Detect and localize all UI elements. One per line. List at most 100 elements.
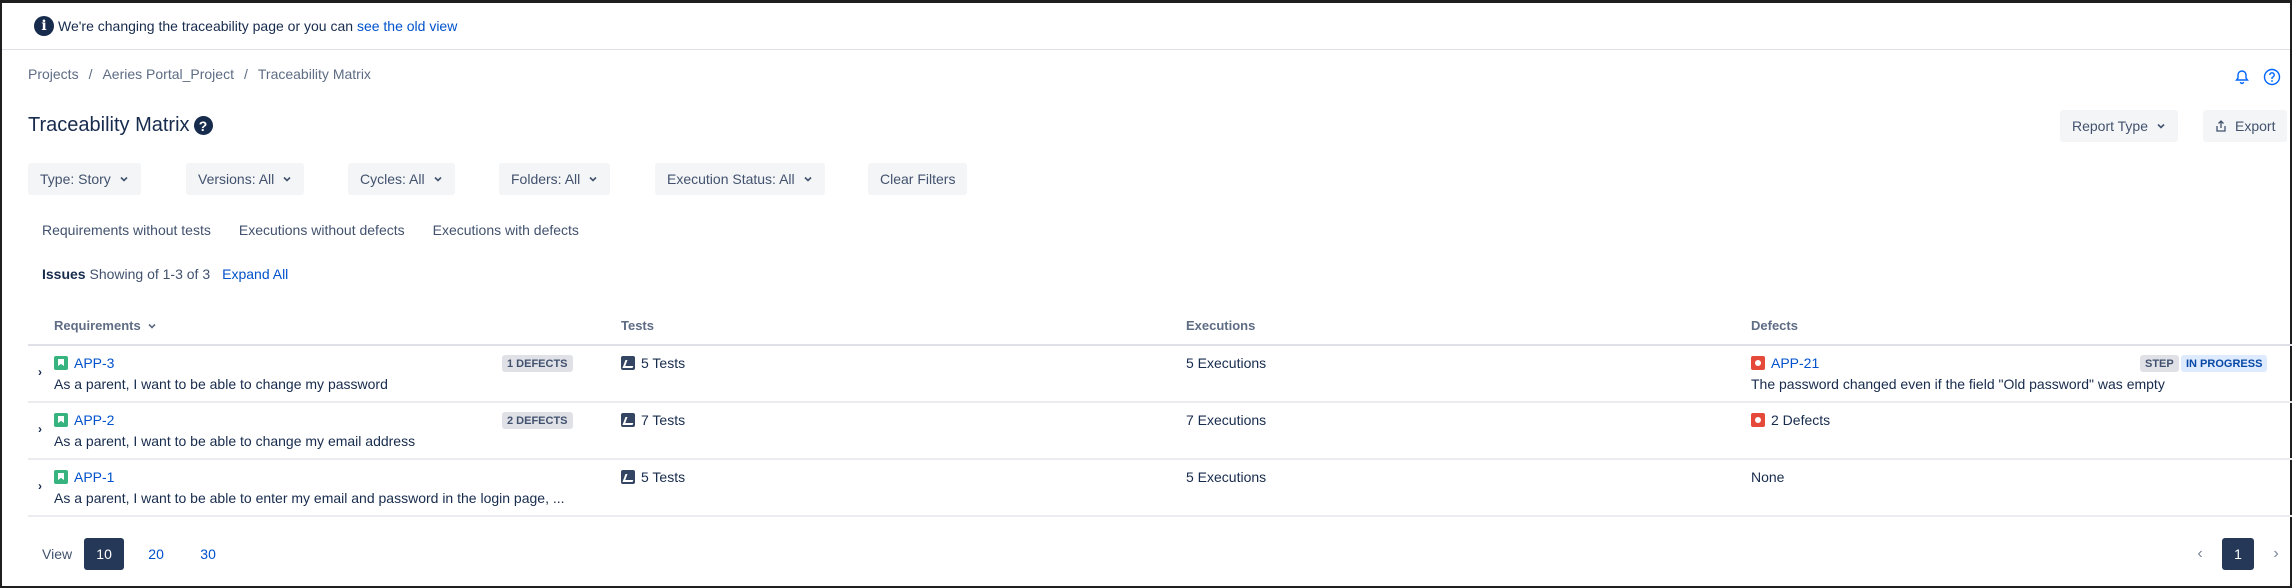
report-type-dropdown[interactable]: Report Type [2060,110,2179,142]
banner-text: We're changing the traceability page or … [58,18,354,34]
test-icon [621,356,635,370]
old-view-link[interactable]: see the old view [357,18,457,34]
chevron-left-icon[interactable]: ‹ [2192,545,2208,563]
quick-filter-requirements-without-tests[interactable]: Requirements without tests [42,222,211,238]
story-icon [54,356,68,370]
requirement-summary: As a parent, I want to be able to enter … [54,490,565,506]
cycles-filter[interactable]: Cycles: All [348,163,455,195]
story-icon [54,470,68,484]
clear-filters-label: Clear Filters [880,171,956,187]
breadcrumb-project[interactable]: Aeries Portal_Project [102,66,234,82]
bug-icon [1751,413,1765,427]
sort-chevron-icon [148,323,156,329]
tests-count: 5 Tests [641,469,686,485]
test-icon [621,413,635,427]
expand-row-icon[interactable]: › [38,365,42,379]
help-icon[interactable] [2262,67,2282,87]
page-1-button[interactable]: 1 [2222,538,2254,570]
table-row: › APP-3 1 DEFECTS As a parent, I want to… [28,346,2292,403]
breadcrumb-separator: / [243,66,248,82]
tests-cell[interactable]: 7 Tests [621,412,685,428]
export-label: Export [2235,118,2276,134]
tests-count: 5 Tests [641,355,686,371]
chevron-down-icon [2157,123,2165,129]
requirement-key-text: APP-1 [74,469,115,485]
column-tests: Tests [621,318,654,333]
page-title-text: Traceability Matrix [28,114,190,136]
page-size-20[interactable]: 20 [136,538,176,570]
chevron-down-icon [804,176,812,182]
defects-cell: None [1751,469,1784,485]
table-row: › APP-1 As a parent, I want to be able t… [28,460,2292,517]
issues-summary: Issues Showing of 1-3 of 3 Expand All [42,266,288,282]
expand-all-link[interactable]: Expand All [222,266,288,282]
quick-filter-executions-without-defects[interactable]: Executions without defects [239,222,405,238]
view-label: View [42,546,73,562]
column-requirements-label: Requirements [54,318,141,333]
report-type-label: Report Type [2072,118,2149,134]
executions-cell: 5 Executions [1186,469,1267,485]
column-requirements[interactable]: Requirements [54,318,157,333]
chevron-down-icon [120,176,128,182]
breadcrumb-current[interactable]: Traceability Matrix [258,66,371,82]
defect-summary: The password changed even if the field "… [1751,376,2165,392]
chevron-down-icon [283,176,291,182]
executions-cell: 5 Executions [1186,355,1267,371]
requirement-key[interactable]: APP-2 [54,412,114,428]
bell-icon[interactable] [2232,67,2252,87]
page-title: Traceability Matrix ? [28,114,213,137]
type-filter-label: Type: Story [40,171,111,187]
folders-filter[interactable]: Folders: All [499,163,611,195]
chevron-down-icon [589,176,597,182]
bug-icon [1751,356,1765,370]
expand-row-icon[interactable]: › [38,422,42,436]
page-size-selector: View 10 20 30 [42,538,228,570]
clear-filters-button[interactable]: Clear Filters [868,163,968,195]
defects-cell[interactable]: 2 Defects [1751,412,1830,428]
defect-type-badge: STEP [2140,355,2179,372]
quick-filters: Requirements without tests Executions wi… [42,222,579,238]
requirement-key-text: APP-2 [74,412,115,428]
requirement-key-text: APP-3 [74,355,115,371]
export-button[interactable]: Export [2203,110,2288,142]
pagination: ‹ 1 › [2192,538,2284,570]
info-icon: i [34,16,54,36]
defects-badge: 1 DEFECTS [502,355,573,372]
defect-key-text: APP-21 [1771,355,1820,371]
story-icon [54,413,68,427]
defects-none: None [1751,469,1785,485]
breadcrumb-separator: / [88,66,93,82]
defects-badge: 2 DEFECTS [502,412,573,429]
tests-cell[interactable]: 5 Tests [621,355,685,371]
requirement-key[interactable]: APP-1 [54,469,114,485]
folders-filter-label: Folders: All [511,171,581,187]
export-icon [2216,120,2226,132]
issues-count: Showing of 1-3 of 3 [89,266,211,282]
table-row: › APP-2 2 DEFECTS As a parent, I want to… [28,403,2292,460]
tests-count: 7 Tests [641,412,686,428]
column-executions: Executions [1186,318,1256,333]
execution-status-filter[interactable]: Execution Status: All [655,163,825,195]
page-size-30[interactable]: 30 [188,538,228,570]
tests-cell[interactable]: 5 Tests [621,469,685,485]
requirement-key[interactable]: APP-3 [54,355,114,371]
info-banner: i We're changing the traceability page o… [2,3,2290,50]
traceability-table: Requirements Tests Executions Defects › … [28,309,2292,517]
breadcrumb: Projects / Aeries Portal_Project / Trace… [28,66,371,82]
versions-filter[interactable]: Versions: All [186,163,305,195]
table-header: Requirements Tests Executions Defects [28,309,2292,346]
page-size-10[interactable]: 10 [84,538,125,570]
quick-filter-executions-with-defects[interactable]: Executions with defects [433,222,579,238]
defects-count: 2 Defects [1771,412,1831,428]
defect-key[interactable]: APP-21 [1751,355,1819,371]
executions-cell: 7 Executions [1186,412,1267,428]
question-icon[interactable]: ? [193,116,213,135]
type-filter[interactable]: Type: Story [28,163,141,195]
issues-label: Issues [42,266,86,282]
requirement-summary: As a parent, I want to be able to change… [54,376,388,392]
chevron-down-icon [434,176,442,182]
requirement-summary: As a parent, I want to be able to change… [54,433,416,449]
chevron-right-icon[interactable]: › [2268,545,2284,563]
expand-row-icon[interactable]: › [38,479,42,493]
breadcrumb-projects[interactable]: Projects [28,66,79,82]
